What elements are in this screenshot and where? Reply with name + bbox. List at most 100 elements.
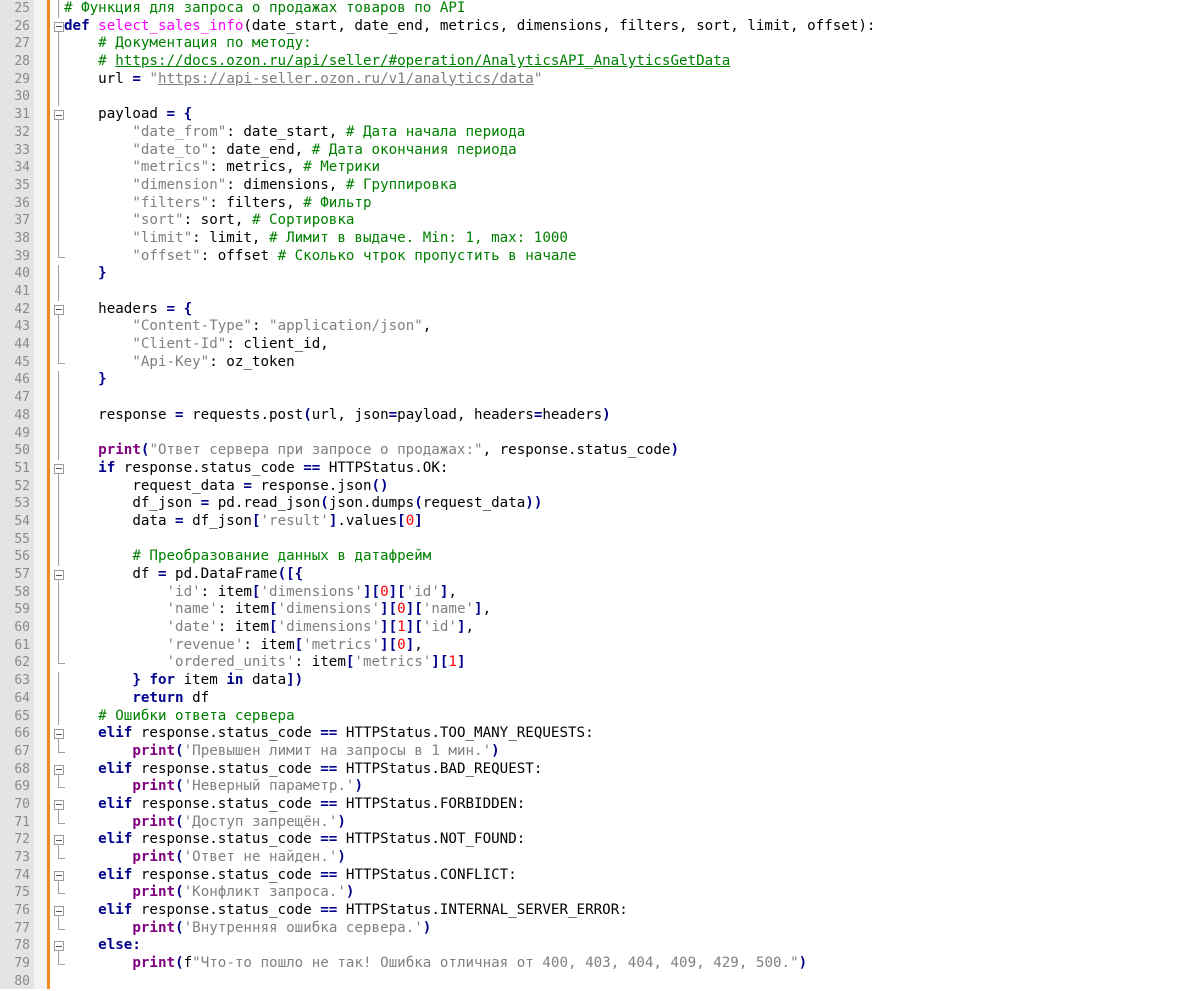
code-token: , xyxy=(422,318,432,335)
code-line[interactable]: 79 print(f"Что-то пошло не так! Ошибка о… xyxy=(0,955,1200,973)
code-line[interactable]: 27 # Документация по методу: xyxy=(0,35,1200,54)
code-line[interactable]: 72 elif response.status_code == HTTPStat… xyxy=(0,831,1200,850)
code-line[interactable]: 53 df_json = pd.read_json(json.dumps(req… xyxy=(0,495,1200,513)
code-line[interactable]: 49 xyxy=(0,424,1200,443)
code-editor[interactable]: 25 # Функция для запроса о продажах товар… xyxy=(0,0,1200,989)
code-token: 1 xyxy=(448,654,457,671)
code-line[interactable]: 70 elif response.status_code == HTTPStat… xyxy=(0,796,1200,814)
code-line[interactable]: 44 "Client-Id": client_id, xyxy=(0,336,1200,354)
code-text-area[interactable]: 25 # Функция для запроса о продажах товар… xyxy=(0,0,1200,991)
code-token: : date_end, xyxy=(209,141,312,158)
code-line[interactable]: 80 xyxy=(0,973,1200,991)
code-line[interactable]: 78 else: xyxy=(0,937,1200,956)
code-line[interactable]: 26 def select_sales_info(date_start, date… xyxy=(0,18,1200,36)
code-token: () xyxy=(371,477,389,494)
code-line[interactable]: 67 print('Превышен лимит на запросы в 1 … xyxy=(0,742,1200,761)
code-token: print xyxy=(132,849,176,865)
code-token: # Документация по методу: xyxy=(98,35,312,52)
code-line[interactable]: 63 } for item in data]) xyxy=(0,672,1200,690)
line-number: 49 xyxy=(14,425,30,441)
code-text: # Документация по методу: xyxy=(64,35,312,53)
code-token: 'Внутренняя ошибка сервера.' xyxy=(183,919,423,936)
code-token: select_sales_info xyxy=(98,17,244,34)
code-line[interactable]: 38 "limit": limit, # Лимит в выдаче. Min… xyxy=(0,229,1200,248)
code-token: .values xyxy=(337,512,398,529)
code-line[interactable]: 54 data = df_json['result'].values[0] xyxy=(0,512,1200,531)
code-line[interactable]: 71 print('Доступ запрещён.') xyxy=(0,813,1200,832)
code-line[interactable]: 59 'name': item['dimensions'][0]['name']… xyxy=(0,601,1200,620)
code-token: , xyxy=(482,601,492,618)
code-line[interactable]: 31 payload = { xyxy=(0,106,1200,125)
code-line[interactable]: 36 "filters": filters, # Фильтр xyxy=(0,194,1200,213)
code-line[interactable]: 55 xyxy=(0,530,1200,549)
code-line[interactable]: 47 xyxy=(0,389,1200,407)
code-line[interactable]: 65 # Ошибки ответа сервера xyxy=(0,707,1200,726)
code-token: elif xyxy=(98,795,133,812)
code-token: print xyxy=(132,742,176,759)
code-token: payload, headers xyxy=(397,406,534,423)
code-line[interactable]: 57 df = pd.DataFrame([{ xyxy=(0,566,1200,584)
code-line[interactable]: 52 request_data = response.json() xyxy=(0,477,1200,496)
code-line[interactable]: 25 # Функция для запроса о продажах товар… xyxy=(0,0,1200,18)
code-line[interactable]: 50 print("Ответ сервера при запросе о пр… xyxy=(0,442,1200,460)
code-line[interactable]: 69 print('Неверный параметр.') xyxy=(0,778,1200,796)
code-text: "dimension": dimensions, # Группировка xyxy=(64,177,457,195)
code-token: ][ xyxy=(405,619,423,636)
code-line[interactable]: 33 "date_to": date_end, # Дата окончания… xyxy=(0,141,1200,160)
code-token: : item xyxy=(243,636,295,653)
code-token: 0 xyxy=(397,636,406,653)
line-number: 32 xyxy=(14,124,30,140)
code-line[interactable]: 30 xyxy=(0,88,1200,107)
line-number: 48 xyxy=(14,407,30,423)
line-number: 40 xyxy=(14,266,30,282)
code-line[interactable]: 76 elif response.status_code == HTTPStat… xyxy=(0,902,1200,921)
code-line[interactable]: 68 elif response.status_code == HTTPStat… xyxy=(0,761,1200,779)
code-line[interactable]: 62 'ordered_units': item['metrics'][1] xyxy=(0,654,1200,672)
code-line[interactable]: 46 } xyxy=(0,371,1200,390)
code-line[interactable]: 35 "dimension": dimensions, # Группировк… xyxy=(0,176,1200,195)
code-line[interactable]: 61 'revenue': item['metrics'][0], xyxy=(0,636,1200,655)
code-token: = xyxy=(132,70,141,87)
code-token: if xyxy=(98,459,116,476)
code-token: [ xyxy=(269,619,278,636)
code-token: "metrics" xyxy=(132,159,210,176)
code-line[interactable]: 43 "Content-Type": "application/json", xyxy=(0,318,1200,337)
code-line[interactable]: 74 elif response.status_code == HTTPStat… xyxy=(0,867,1200,885)
code-token: )) xyxy=(525,495,543,512)
code-line[interactable]: 42 headers = { xyxy=(0,301,1200,319)
code-token: ( xyxy=(175,813,184,830)
code-token: print xyxy=(132,813,176,830)
code-token: # Преобразование данных в датафрейм xyxy=(132,548,432,565)
code-line[interactable]: 56 # Преобразование данных в датафрейм xyxy=(0,548,1200,566)
code-line[interactable]: 29 url = "https://api-seller.ozon.ru/v1/… xyxy=(0,70,1200,89)
code-token: : item xyxy=(294,654,346,671)
code-line[interactable]: 48 response = requests.post(url, json=pa… xyxy=(0,406,1200,425)
code-token: ) xyxy=(798,955,808,972)
code-line[interactable]: 37 "sort": sort, # Сортировка xyxy=(0,212,1200,230)
code-line[interactable]: 77 print('Внутренняя ошибка сервера.') xyxy=(0,919,1200,938)
code-line[interactable]: 41 xyxy=(0,283,1200,301)
line-number: 37 xyxy=(14,213,30,229)
code-line[interactable]: 28 # https://docs.ozon.ru/api/seller/#op… xyxy=(0,53,1200,71)
code-token: HTTPStatus.INTERNAL_SERVER_ERROR: xyxy=(337,902,628,919)
code-line[interactable]: 73 print('Ответ не найден.') xyxy=(0,849,1200,867)
code-line[interactable]: 45 "Api-Key": oz_token xyxy=(0,353,1200,372)
code-token: elif xyxy=(98,831,133,848)
code-line[interactable]: 64 return df xyxy=(0,689,1200,708)
code-text: print('Ответ не найден.') xyxy=(64,849,346,867)
code-line[interactable]: 51 if response.status_code == HTTPStatus… xyxy=(0,460,1200,478)
code-line[interactable]: 58 'id': item['dimensions'][0]['id'], xyxy=(0,583,1200,602)
code-line[interactable]: 75 print('Конфликт запроса.') xyxy=(0,884,1200,902)
code-token: ][ xyxy=(388,583,406,600)
code-line[interactable]: 66 elif response.status_code == HTTPStat… xyxy=(0,725,1200,744)
code-token: response.status_code xyxy=(132,902,321,919)
code-line[interactable]: 34 "metrics": metrics, # Метрики xyxy=(0,159,1200,177)
code-line[interactable]: 39 "offset": offset # Сколько чтрок проп… xyxy=(0,247,1200,266)
code-line[interactable]: 40 } xyxy=(0,265,1200,283)
code-line[interactable]: 32 "date_from": date_start, # Дата начал… xyxy=(0,123,1200,142)
code-line[interactable]: 60 'date': item['dimensions'][1]['id'], xyxy=(0,619,1200,637)
code-text: "filters": filters, # Фильтр xyxy=(64,195,371,213)
